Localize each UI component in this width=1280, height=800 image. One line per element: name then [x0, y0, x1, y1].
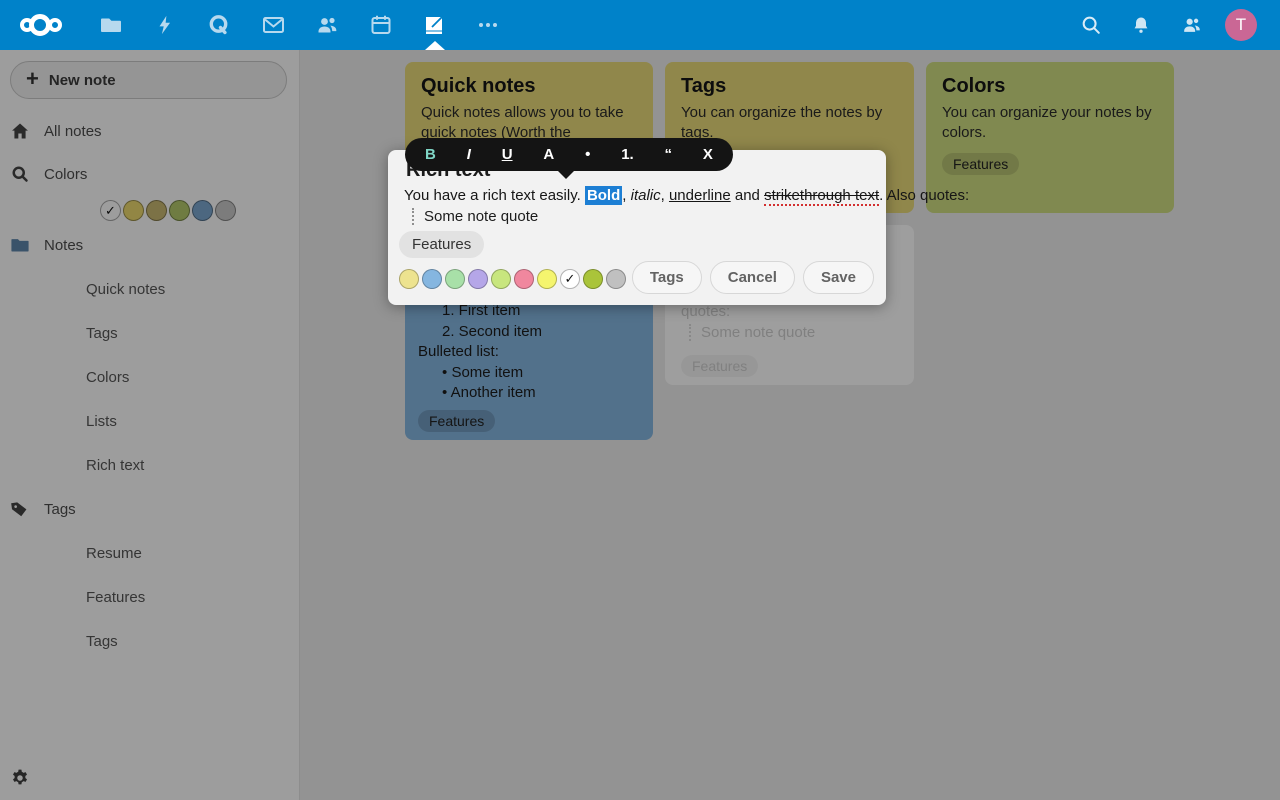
- text-run: You have a rich text easily.: [404, 187, 585, 204]
- avatar[interactable]: T: [1225, 9, 1257, 41]
- mail-icon[interactable]: [253, 5, 293, 45]
- activity-icon[interactable]: [145, 5, 185, 45]
- color-swatch[interactable]: [422, 269, 442, 289]
- color-swatch-selected[interactable]: ✓: [560, 269, 580, 289]
- toolbar-pointer: [557, 170, 575, 179]
- rich-text-paragraph[interactable]: You have a rich text easily. Bold, itali…: [404, 187, 969, 204]
- spellcheck-underline: strikethrough text: [764, 187, 879, 206]
- blockquote-button[interactable]: “: [665, 138, 673, 171]
- calendar-icon[interactable]: [361, 5, 401, 45]
- color-swatch[interactable]: [537, 269, 557, 289]
- bullet-list-button[interactable]: •: [585, 138, 590, 171]
- search-app-icon[interactable]: [199, 5, 239, 45]
- color-swatch[interactable]: [583, 269, 603, 289]
- notes-icon[interactable]: [414, 5, 454, 45]
- save-button[interactable]: Save: [803, 261, 874, 294]
- underline-button[interactable]: U: [502, 138, 513, 171]
- contacts-icon[interactable]: [307, 5, 347, 45]
- underline-text: underline: [669, 187, 731, 204]
- bold-button[interactable]: B: [425, 138, 436, 171]
- logo-circle: [48, 18, 62, 32]
- heading-button[interactable]: A: [543, 138, 554, 171]
- text-run: . Also quotes:: [879, 187, 969, 204]
- color-swatch[interactable]: [606, 269, 626, 289]
- top-bar: T: [0, 0, 1280, 50]
- text-run: and: [731, 187, 764, 204]
- note-blockquote[interactable]: Some note quote: [412, 208, 538, 225]
- more-apps-icon[interactable]: [468, 5, 508, 45]
- formatting-toolbar: B I U A • 1. “ X: [405, 138, 733, 171]
- cancel-button[interactable]: Cancel: [710, 261, 795, 294]
- strikethrough-text: strikethrough text: [764, 187, 879, 204]
- tags-button[interactable]: Tags: [632, 261, 702, 294]
- avatar-initial: T: [1236, 15, 1246, 35]
- ordered-list-button[interactable]: 1.: [621, 138, 634, 171]
- contacts-menu-icon[interactable]: [1171, 5, 1211, 45]
- selected-bold-text: Bold: [585, 186, 622, 205]
- search-icon[interactable]: [1071, 5, 1111, 45]
- italic-text: italic: [631, 187, 661, 204]
- edit-note-modal: Rich text B I U A • 1. “ X You have a ri…: [388, 150, 886, 305]
- clear-format-button[interactable]: X: [703, 138, 713, 171]
- text-run: ,: [622, 187, 630, 204]
- color-swatch[interactable]: [445, 269, 465, 289]
- note-tag-chip[interactable]: Features: [399, 231, 484, 258]
- note-color-swatches: ✓: [399, 269, 626, 289]
- color-swatch[interactable]: [514, 269, 534, 289]
- color-swatch[interactable]: [468, 269, 488, 289]
- nextcloud-logo-icon[interactable]: [20, 12, 62, 38]
- files-icon[interactable]: [91, 5, 131, 45]
- active-app-indicator: [425, 41, 445, 50]
- color-swatch[interactable]: [491, 269, 511, 289]
- italic-button[interactable]: I: [467, 138, 471, 171]
- notifications-bell-icon[interactable]: [1121, 5, 1161, 45]
- modal-actions: Tags Cancel Save: [632, 261, 874, 294]
- text-run: ,: [661, 187, 669, 204]
- color-swatch[interactable]: [399, 269, 419, 289]
